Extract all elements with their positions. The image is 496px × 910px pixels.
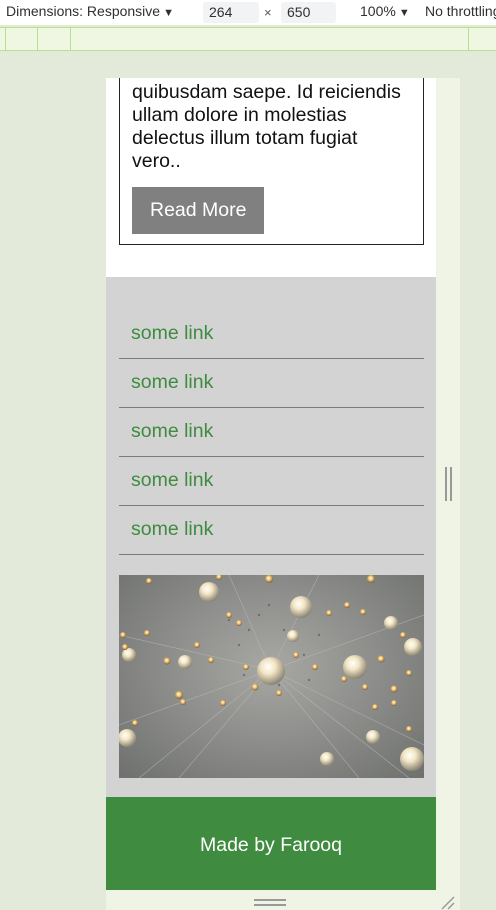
dimensions-label: Dimensions: Responsive bbox=[6, 3, 161, 19]
read-more-button[interactable]: Read More bbox=[132, 187, 265, 234]
nav-link[interactable]: some link bbox=[131, 371, 213, 393]
height-input[interactable]: 650 bbox=[281, 2, 336, 23]
article-card: quibusdam saepe. Id reiciendis ullam dol… bbox=[119, 78, 424, 245]
media-query-marker[interactable] bbox=[468, 28, 469, 50]
list-item: some link bbox=[119, 310, 424, 359]
media-query-marker[interactable] bbox=[70, 28, 71, 50]
nav-link[interactable]: some link bbox=[131, 420, 213, 442]
dropdown-caret-icon: ▼ bbox=[398, 7, 410, 19]
media-query-marker[interactable] bbox=[5, 28, 6, 50]
resize-corner-icon[interactable] bbox=[440, 895, 455, 910]
emulated-viewport: quibusdam saepe. Id reiciendis ullam dol… bbox=[106, 78, 436, 890]
list-item: some link bbox=[119, 359, 424, 408]
zoom-label: 100% bbox=[360, 3, 396, 19]
dropdown-caret-icon: ▼ bbox=[163, 7, 174, 19]
list-item: some link bbox=[119, 457, 424, 506]
list-item: some link bbox=[119, 408, 424, 457]
resize-height-handle-icon[interactable] bbox=[254, 899, 286, 906]
zoom-dropdown[interactable]: 100% ▼ bbox=[360, 3, 410, 19]
throttling-dropdown[interactable]: No throttling bbox=[425, 3, 496, 19]
dimensions-dropdown[interactable]: Dimensions: Responsive ▼ bbox=[6, 3, 174, 19]
nav-link[interactable]: some link bbox=[131, 469, 213, 491]
media-query-bar[interactable] bbox=[0, 27, 496, 51]
links-section: some link some link some link some link … bbox=[106, 277, 436, 797]
width-input[interactable]: 264 bbox=[203, 2, 259, 23]
nav-link[interactable]: some link bbox=[131, 322, 213, 344]
footer-text: Made by Farooq bbox=[200, 834, 342, 856]
device-toolbar: Dimensions: Responsive ▼ 264 × 650 100% ▼ … bbox=[0, 0, 496, 25]
light-bulbs-illustration bbox=[119, 575, 424, 778]
dimension-separator: × bbox=[264, 5, 272, 20]
list-item: some link bbox=[119, 506, 424, 555]
page-footer: Made by Farooq bbox=[106, 797, 436, 890]
media-query-marker[interactable] bbox=[37, 28, 38, 50]
resize-width-handle-icon[interactable] bbox=[445, 467, 452, 501]
nav-link[interactable]: some link bbox=[131, 518, 213, 540]
link-list: some link some link some link some link … bbox=[119, 310, 424, 555]
light-bulbs-image bbox=[119, 575, 424, 778]
card-text: quibusdam saepe. Id reiciendis ullam dol… bbox=[132, 81, 401, 172]
